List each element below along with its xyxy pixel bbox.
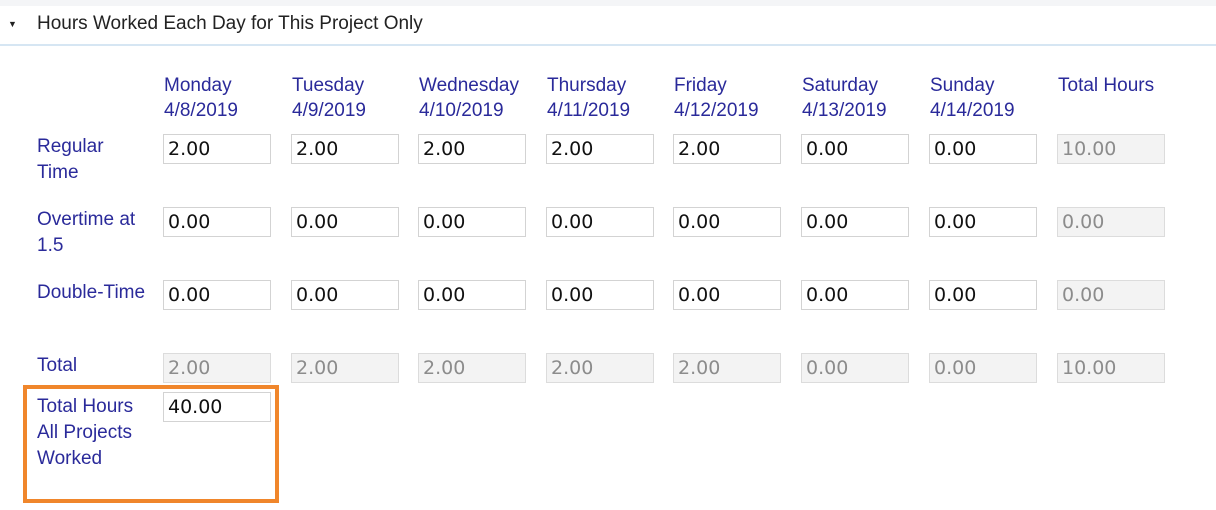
- col-day: Thursday: [547, 75, 627, 96]
- col-date: 4/8/2019: [164, 100, 238, 121]
- regular-time-sunday-input[interactable]: [929, 134, 1037, 164]
- double-time-sunday-input[interactable]: [929, 280, 1037, 310]
- total-monday-field: [163, 353, 271, 383]
- col-day: Wednesday: [419, 75, 519, 96]
- col-head-wednesday: Wednesday 4/10/2019: [419, 73, 519, 123]
- total-friday-field: [673, 353, 781, 383]
- regular-time-total-field: [1057, 134, 1165, 164]
- overtime-sunday-input[interactable]: [929, 207, 1037, 237]
- row-label-total: Total: [37, 355, 78, 376]
- col-date: 4/11/2019: [547, 100, 631, 121]
- row-label-double-time: Double-Time: [37, 282, 146, 303]
- col-day: Friday: [674, 75, 727, 96]
- double-time-thursday-input[interactable]: [546, 280, 654, 310]
- regular-time-thursday-input[interactable]: [546, 134, 654, 164]
- overtime-saturday-input[interactable]: [801, 207, 909, 237]
- overtime-total-field: [1057, 207, 1165, 237]
- row-label-overtime: Overtime at 1.5: [37, 209, 136, 256]
- overtime-monday-input[interactable]: [163, 207, 271, 237]
- double-time-total-field: [1057, 280, 1165, 310]
- col-date: 4/13/2019: [802, 100, 887, 121]
- collapse-caret-icon[interactable]: ▼: [8, 19, 17, 29]
- overtime-friday-input[interactable]: [673, 207, 781, 237]
- double-time-monday-input[interactable]: [163, 280, 271, 310]
- col-head-saturday: Saturday 4/13/2019: [802, 73, 887, 123]
- total-wednesday-field: [418, 353, 526, 383]
- col-day: Sunday: [930, 75, 995, 96]
- regular-time-friday-input[interactable]: [673, 134, 781, 164]
- col-date: 4/9/2019: [292, 100, 366, 121]
- double-time-friday-input[interactable]: [673, 280, 781, 310]
- col-head-tuesday: Tuesday 4/9/2019: [292, 73, 366, 123]
- double-time-saturday-input[interactable]: [801, 280, 909, 310]
- col-head-sunday: Sunday 4/14/2019: [930, 73, 1015, 123]
- col-day: Saturday: [802, 75, 879, 96]
- section-title: Hours Worked Each Day for This Project O…: [37, 13, 423, 34]
- total-tuesday-field: [291, 353, 399, 383]
- overtime-wednesday-input[interactable]: [418, 207, 526, 237]
- col-day: Monday: [164, 75, 232, 96]
- col-date: 4/12/2019: [674, 100, 759, 121]
- overtime-thursday-input[interactable]: [546, 207, 654, 237]
- regular-time-wednesday-input[interactable]: [418, 134, 526, 164]
- col-day: Total Hours: [1058, 75, 1155, 96]
- overtime-tuesday-input[interactable]: [291, 207, 399, 237]
- grand-total-field: [1057, 353, 1165, 383]
- regular-time-tuesday-input[interactable]: [291, 134, 399, 164]
- col-head-monday: Monday 4/8/2019: [164, 73, 238, 123]
- col-date: 4/14/2019: [930, 100, 1015, 121]
- row-label-regular-time: Regular Time: [37, 136, 104, 183]
- col-head-friday: Friday 4/12/2019: [674, 73, 759, 123]
- total-thursday-field: [546, 353, 654, 383]
- section-header[interactable]: ▼ Hours Worked Each Day for This Project…: [0, 6, 1216, 46]
- highlight-box: [23, 385, 279, 503]
- regular-time-saturday-input[interactable]: [801, 134, 909, 164]
- col-head-total-hours: Total Hours: [1058, 73, 1154, 98]
- total-saturday-field: [801, 353, 909, 383]
- col-head-thursday: Thursday 4/11/2019: [547, 73, 630, 123]
- col-day: Tuesday: [292, 75, 365, 96]
- total-sunday-field: [929, 353, 1037, 383]
- double-time-tuesday-input[interactable]: [291, 280, 399, 310]
- col-date: 4/10/2019: [419, 100, 504, 121]
- regular-time-monday-input[interactable]: [163, 134, 271, 164]
- double-time-wednesday-input[interactable]: [418, 280, 526, 310]
